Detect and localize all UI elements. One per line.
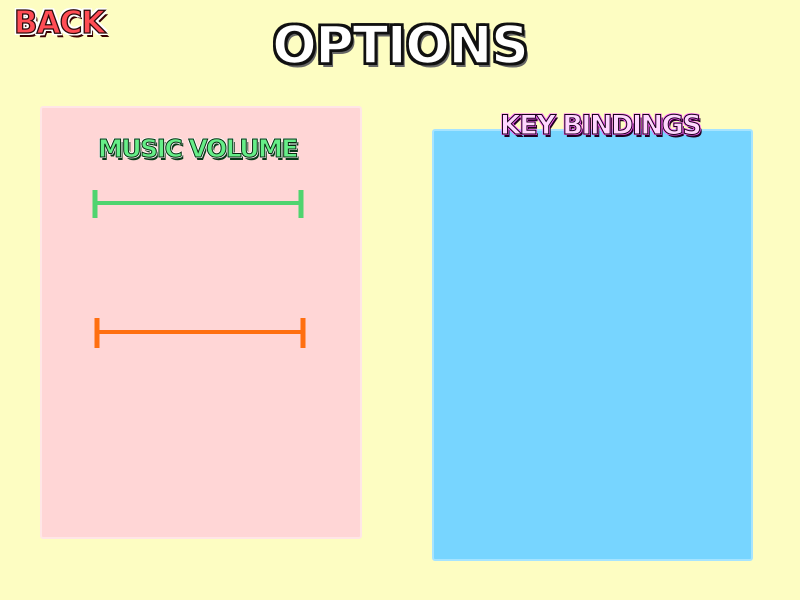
page-title: OPTIONS <box>272 16 530 76</box>
volume-slider-orange[interactable] <box>92 316 308 352</box>
slider-track-orange <box>94 318 306 348</box>
music-volume-heading: MUSIC VOLUME <box>98 134 300 163</box>
key-bindings-panel <box>432 129 753 561</box>
music-volume-slider[interactable] <box>90 186 306 222</box>
key-bindings-heading: KEY BINDINGS <box>499 110 702 141</box>
slider-track-green <box>92 190 304 218</box>
